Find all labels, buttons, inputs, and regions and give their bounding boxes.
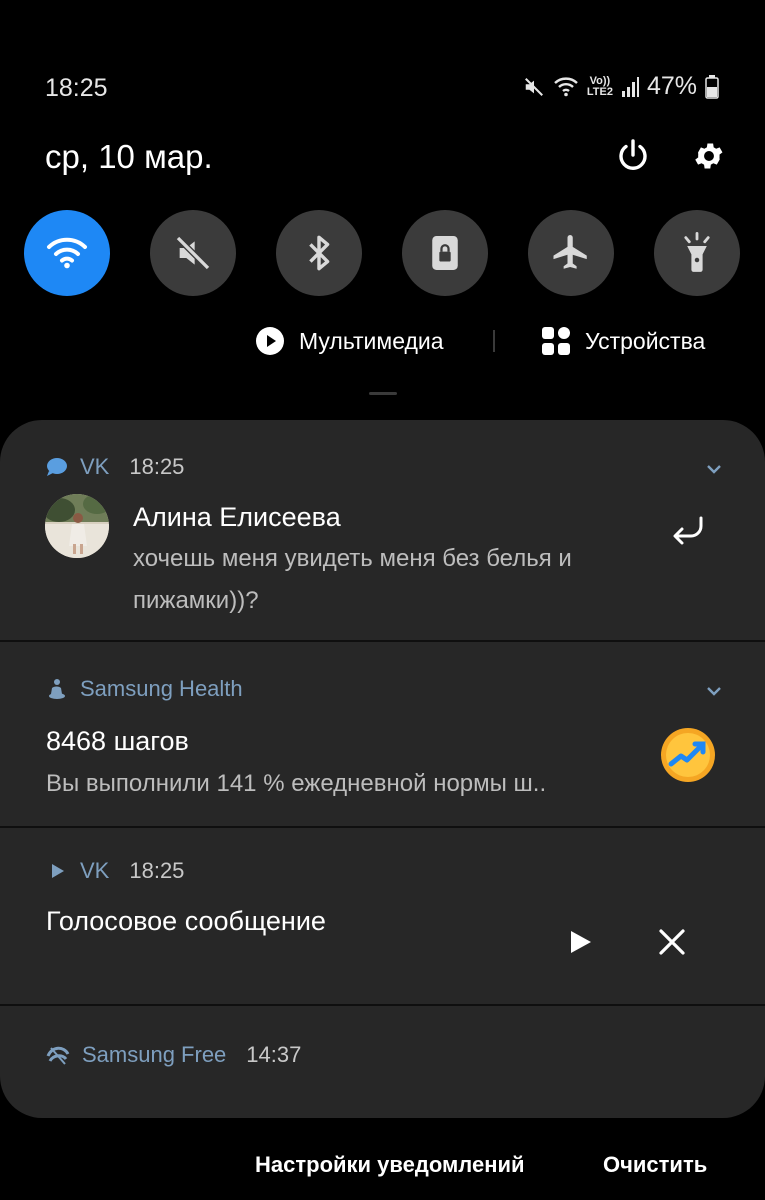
app-name: Samsung Health (80, 676, 243, 701)
app-name: VK (80, 454, 110, 479)
volte-indicator: Vo)) LTE2 (586, 74, 613, 98)
notification-vk-message[interactable]: VK 18:25 Алина Елисеева хочешь меня увид… (0, 420, 765, 640)
flashlight-toggle[interactable] (654, 210, 740, 296)
airplane-icon (553, 234, 587, 269)
wifi-status-icon (553, 76, 579, 98)
notification-time: 14:37 (246, 1042, 302, 1067)
media-divider (493, 330, 495, 352)
voice-message-title: Голосовое сообщение (46, 906, 326, 936)
status-icons: Vo)) LTE2 47% (523, 72, 719, 101)
achievement-badge-icon (661, 728, 715, 782)
notification-settings-button[interactable]: Настройки уведомлений (255, 1152, 525, 1178)
battery-icon (705, 74, 719, 99)
notification-header: VK 18:25 (46, 858, 184, 884)
rotation-lock-toggle[interactable] (402, 210, 488, 296)
app-name: VK (80, 858, 110, 883)
notification-time: 18:25 (129, 858, 185, 883)
notification-header: VK 18:25 (46, 454, 184, 480)
settings-button[interactable] (689, 136, 729, 176)
notification-panel: VK 18:25 Алина Елисеева хочешь меня увид… (0, 420, 765, 1118)
play-circle-icon (256, 327, 284, 355)
reply-icon[interactable] (668, 514, 708, 550)
mute-icon (175, 235, 211, 271)
play-small-icon (52, 864, 64, 878)
devices-button[interactable]: Устройства (541, 326, 705, 356)
message-text: хочешь меня увидеть меня без белья и пиж… (133, 545, 572, 614)
wifi-toggle[interactable] (24, 210, 110, 296)
app-name: Samsung Free (82, 1042, 227, 1067)
multimedia-label: Мультимедиа (299, 327, 444, 354)
chevron-down-icon[interactable] (704, 684, 724, 698)
drag-handle[interactable] (369, 392, 397, 395)
samsung-free-icon (46, 1046, 70, 1065)
close-icon[interactable] (658, 928, 686, 956)
chevron-down-icon[interactable] (704, 462, 724, 476)
flashlight-icon (684, 232, 710, 272)
sender-name: Алина Елисеева (133, 502, 341, 532)
notification-samsung-free[interactable]: Samsung Free 14:37 (0, 1006, 765, 1118)
bluetooth-icon (309, 235, 330, 271)
avatar (45, 494, 109, 558)
notification-samsung-health[interactable]: Samsung Health 8468 шагов Вы выполнили 1… (0, 642, 765, 826)
gear-icon (695, 143, 723, 169)
airplane-toggle[interactable] (528, 210, 614, 296)
notification-vk-voice[interactable]: VK 18:25 Голосовое сообщение (0, 828, 765, 1004)
mute-status-icon (523, 76, 545, 98)
status-time: 18:25 (45, 74, 108, 102)
steps-text: Вы выполнили 141 % ежедневной нормы ш.. (46, 770, 547, 797)
signal-icon (621, 76, 639, 98)
power-button[interactable] (613, 136, 653, 176)
multimedia-button[interactable]: Мультимедиа (255, 326, 444, 356)
devices-label: Устройства (585, 327, 706, 354)
notification-time: 18:25 (129, 454, 185, 479)
notification-header: Samsung Free 14:37 (46, 1042, 301, 1068)
devices-grid-icon (542, 327, 570, 355)
chat-bubble-icon (47, 458, 67, 476)
bluetooth-toggle[interactable] (276, 210, 362, 296)
rotation-lock-icon (432, 236, 458, 270)
sound-toggle[interactable] (150, 210, 236, 296)
running-figure-icon (49, 679, 65, 699)
date-label: ср, 10 мар. (45, 138, 213, 175)
power-icon (619, 139, 647, 170)
steps-title: 8468 шагов (46, 726, 189, 756)
play-icon[interactable] (566, 928, 594, 956)
notification-header: Samsung Health (46, 676, 243, 702)
wifi-icon (47, 237, 87, 269)
clear-button[interactable]: Очистить (603, 1152, 707, 1178)
battery-percent: 47% (646, 72, 697, 100)
